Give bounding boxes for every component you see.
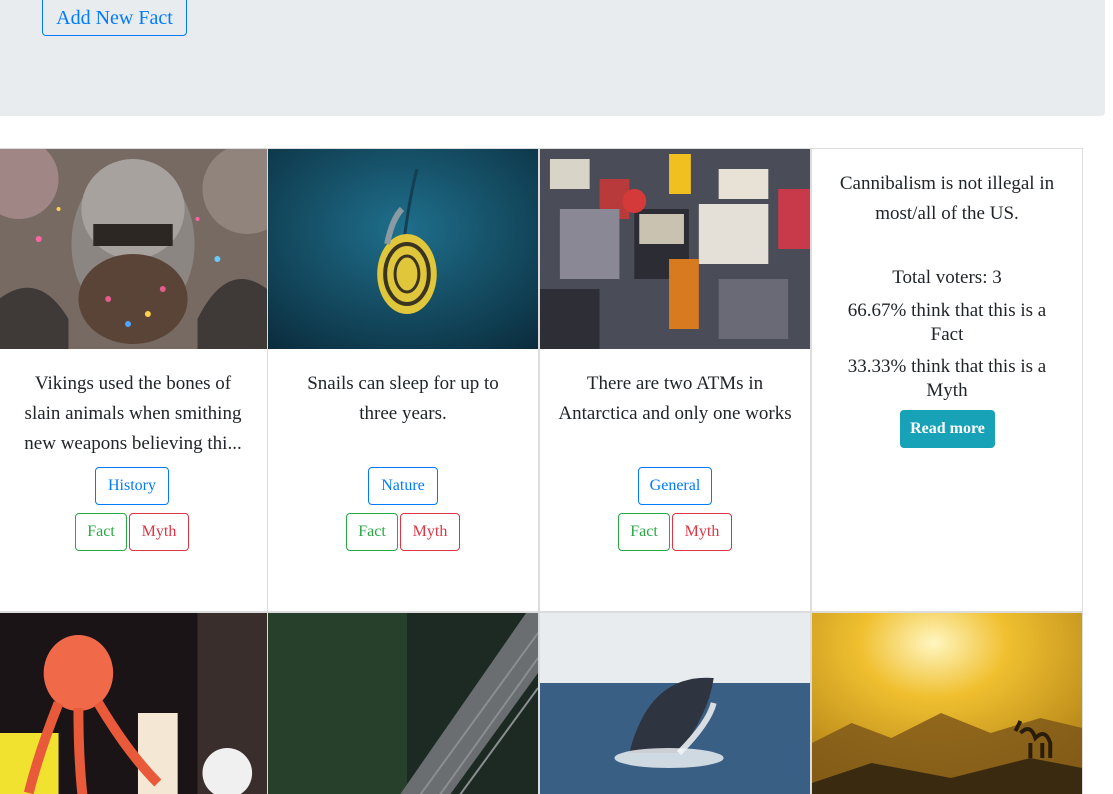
- category-button[interactable]: General: [638, 467, 712, 505]
- fact-card: [0, 612, 268, 794]
- card-image-snail: [268, 149, 538, 349]
- vote-myth-button[interactable]: Myth: [672, 513, 732, 551]
- fact-card: Vikings used the bones of slain animals …: [0, 148, 268, 612]
- card-image-whale: [540, 613, 810, 794]
- card-image-desert: [812, 613, 1082, 794]
- fact-text: Cannibalism is not illegal in most/all o…: [839, 173, 1055, 224]
- vote-myth-button[interactable]: Myth: [400, 513, 460, 551]
- card-image-octopus: [0, 613, 267, 794]
- fact-percentage: 66.67% think that this is a Fact: [847, 300, 1047, 345]
- fact-card: [267, 612, 539, 794]
- vote-fact-button[interactable]: Fact: [618, 513, 670, 551]
- fact-stats-card: Cannibalism is not illegal in most/all o…: [811, 148, 1083, 612]
- add-new-fact-button[interactable]: Add New Fact: [42, 0, 187, 36]
- myth-percentage: 33.33% think that this is a Myth: [847, 356, 1047, 401]
- vote-fact-button[interactable]: Fact: [75, 513, 127, 551]
- fact-text: There are two ATMs in Antarctica and onl…: [558, 373, 792, 424]
- fact-card: Snails can sleep for up to three years. …: [267, 148, 539, 612]
- vote-fact-button[interactable]: Fact: [346, 513, 398, 551]
- card-image-atm-wall: [540, 149, 810, 349]
- fact-card: [811, 612, 1083, 794]
- category-button[interactable]: Nature: [368, 467, 438, 505]
- fact-text: Vikings used the bones of slain animals …: [24, 373, 242, 454]
- fact-text: Snails can sleep for up to three years.: [307, 373, 499, 424]
- category-button[interactable]: History: [95, 467, 169, 505]
- fact-card: [539, 612, 811, 794]
- card-image-escalator: [268, 613, 538, 794]
- read-more-button[interactable]: Read more: [900, 410, 995, 448]
- card-image-viking: [0, 149, 267, 349]
- fact-card: There are two ATMs in Antarctica and onl…: [539, 148, 811, 612]
- jumbotron-header: Add New Fact: [0, 0, 1105, 116]
- vote-myth-button[interactable]: Myth: [129, 513, 189, 551]
- total-voters: Total voters: 3: [892, 267, 1002, 288]
